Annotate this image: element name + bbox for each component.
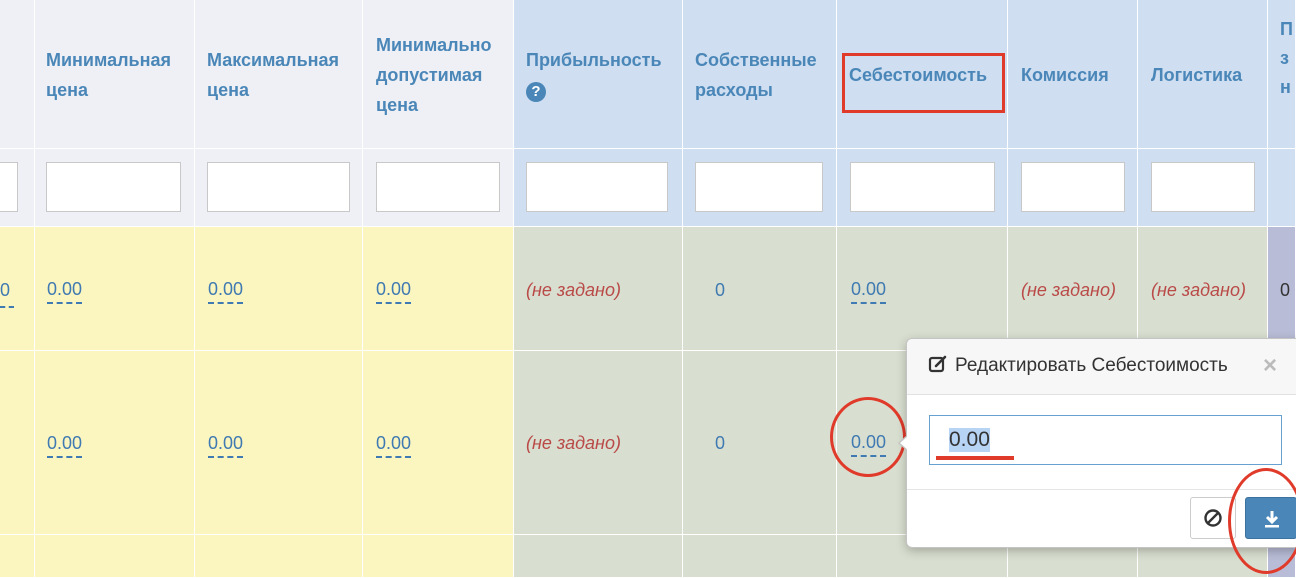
header-min-price[interactable]: Минимальная цена: [46, 45, 191, 105]
row1-partial-right-value: 0: [1280, 280, 1291, 300]
filter-cell-commission: [1008, 149, 1138, 227]
popover-title: Редактировать Себестоимость: [955, 355, 1228, 376]
filter-cost-price-input[interactable]: [850, 162, 995, 212]
row1-partial-value: 0: [0, 280, 11, 300]
edit-icon: [928, 355, 947, 373]
cost-price-input-value: 0.00: [949, 428, 990, 452]
filter-min-price-input[interactable]: [46, 162, 181, 212]
row1-cell-max-price: 0.00: [195, 227, 363, 351]
filter-min-allowed-price-input[interactable]: [376, 162, 500, 212]
header-cell-partial: [0, 0, 35, 149]
header-cell-min-allowed-price[interactable]: Минимально допустимая цена: [363, 0, 514, 149]
row1-partial-underline: [0, 306, 14, 308]
row2-cell-min-allowed-price: 0.00: [363, 351, 514, 535]
row1-cost-price-link[interactable]: 0.00: [851, 279, 887, 304]
header-commission[interactable]: Комиссия: [1021, 60, 1136, 90]
filter-partial-input[interactable]: [0, 162, 18, 212]
filter-own-expenses-input[interactable]: [695, 162, 823, 212]
row1-commission-value: (не задано): [1021, 280, 1116, 300]
row2-cell-min-price: 0.00: [35, 351, 195, 535]
close-icon[interactable]: ×: [1263, 354, 1277, 378]
row1-cell-profitability: (не задано): [514, 227, 683, 351]
ban-icon: [1204, 509, 1222, 527]
row2-max-price-link[interactable]: 0.00: [208, 433, 244, 458]
popover-arrow-inner: [900, 436, 908, 450]
row3-cell-min-price: [35, 535, 195, 578]
row1-cell-logistics: (не задано): [1138, 227, 1268, 351]
header-cell-min-price[interactable]: Минимальная цена: [35, 0, 195, 149]
question-icon[interactable]: ?: [526, 82, 546, 102]
row1-profitability-value: (не задано): [526, 280, 621, 300]
row2-cell-partial: [0, 351, 35, 535]
row3-cell-profitability: [514, 535, 683, 578]
filter-cell-cost-price: [837, 149, 1008, 227]
row3-cell-own-expenses: [683, 535, 837, 578]
filter-cell-own-expenses: [683, 149, 837, 227]
popover-header: Редактировать Себестоимость ×: [907, 339, 1296, 395]
row1-cell-min-price: 0.00: [35, 227, 195, 351]
filter-cell-profitability: [514, 149, 683, 227]
row1-cell-cost-price: 0.00: [837, 227, 1008, 351]
header-profitability[interactable]: Прибыльность ?: [526, 45, 681, 105]
row3-cell-partial: [0, 535, 35, 578]
row3-cell-min-allowed-price: [363, 535, 514, 578]
header-cell-logistics[interactable]: Логистика: [1138, 0, 1268, 149]
header-logistics[interactable]: Логистика: [1151, 60, 1266, 90]
filter-commission-input[interactable]: [1021, 162, 1125, 212]
row1-cell-commission: (не задано): [1008, 227, 1138, 351]
filter-cell-max-price: [195, 149, 363, 227]
row1-cell-own-expenses: 0: [683, 227, 837, 351]
row2-cell-profitability: (не задано): [514, 351, 683, 535]
row2-min-allowed-price-link[interactable]: 0.00: [376, 433, 412, 458]
row1-cell-min-allowed-price: 0.00: [363, 227, 514, 351]
row1-own-expenses-value: 0: [715, 280, 726, 300]
row2-min-price-link[interactable]: 0.00: [47, 433, 83, 458]
filter-cell-min-allowed-price: [363, 149, 514, 227]
annotation-cost-price-circle: [830, 397, 906, 477]
filter-profitability-input[interactable]: [526, 162, 668, 212]
row1-min-price-link[interactable]: 0.00: [47, 279, 83, 304]
header-cell-max-price[interactable]: Максимальная цена: [195, 0, 363, 149]
header-max-price[interactable]: Максимальная цена: [207, 45, 359, 105]
row2-cell-own-expenses: 0: [683, 351, 837, 535]
filter-cell-partial: [0, 149, 35, 227]
row2-cell-max-price: 0.00: [195, 351, 363, 535]
row3-cell-max-price: [195, 535, 363, 578]
header-partial-right[interactable]: П з н: [1280, 15, 1292, 102]
filter-cell-partial-right: [1268, 149, 1296, 227]
header-cell-profitability[interactable]: Прибыльность ?: [514, 0, 683, 149]
row1-cell-partial: 0: [0, 227, 35, 351]
filter-logistics-input[interactable]: [1151, 162, 1255, 212]
annotation-save-circle: [1228, 468, 1296, 574]
header-profitability-label[interactable]: Прибыльность: [526, 50, 662, 70]
header-cell-partial-right[interactable]: П з н: [1268, 0, 1296, 149]
filter-cell-min-price: [35, 149, 195, 227]
row2-profitability-value: (не задано): [526, 433, 621, 453]
filter-cell-logistics: [1138, 149, 1268, 227]
row1-cell-partial-right: 0: [1268, 227, 1296, 351]
header-own-expenses[interactable]: Собственные расходы: [695, 45, 835, 105]
annotation-cost-price-box: [842, 53, 1005, 113]
header-min-allowed-price[interactable]: Минимально допустимая цена: [376, 30, 511, 120]
header-cell-own-expenses[interactable]: Собственные расходы: [683, 0, 837, 149]
filter-max-price-input[interactable]: [207, 162, 350, 212]
row1-max-price-link[interactable]: 0.00: [208, 279, 244, 304]
row1-logistics-value: (не задано): [1151, 280, 1246, 300]
annotation-input-underline: [936, 456, 1014, 460]
row2-own-expenses-value: 0: [715, 433, 726, 453]
row1-min-allowed-price-link[interactable]: 0.00: [376, 279, 412, 304]
header-cell-commission[interactable]: Комиссия: [1008, 0, 1138, 149]
